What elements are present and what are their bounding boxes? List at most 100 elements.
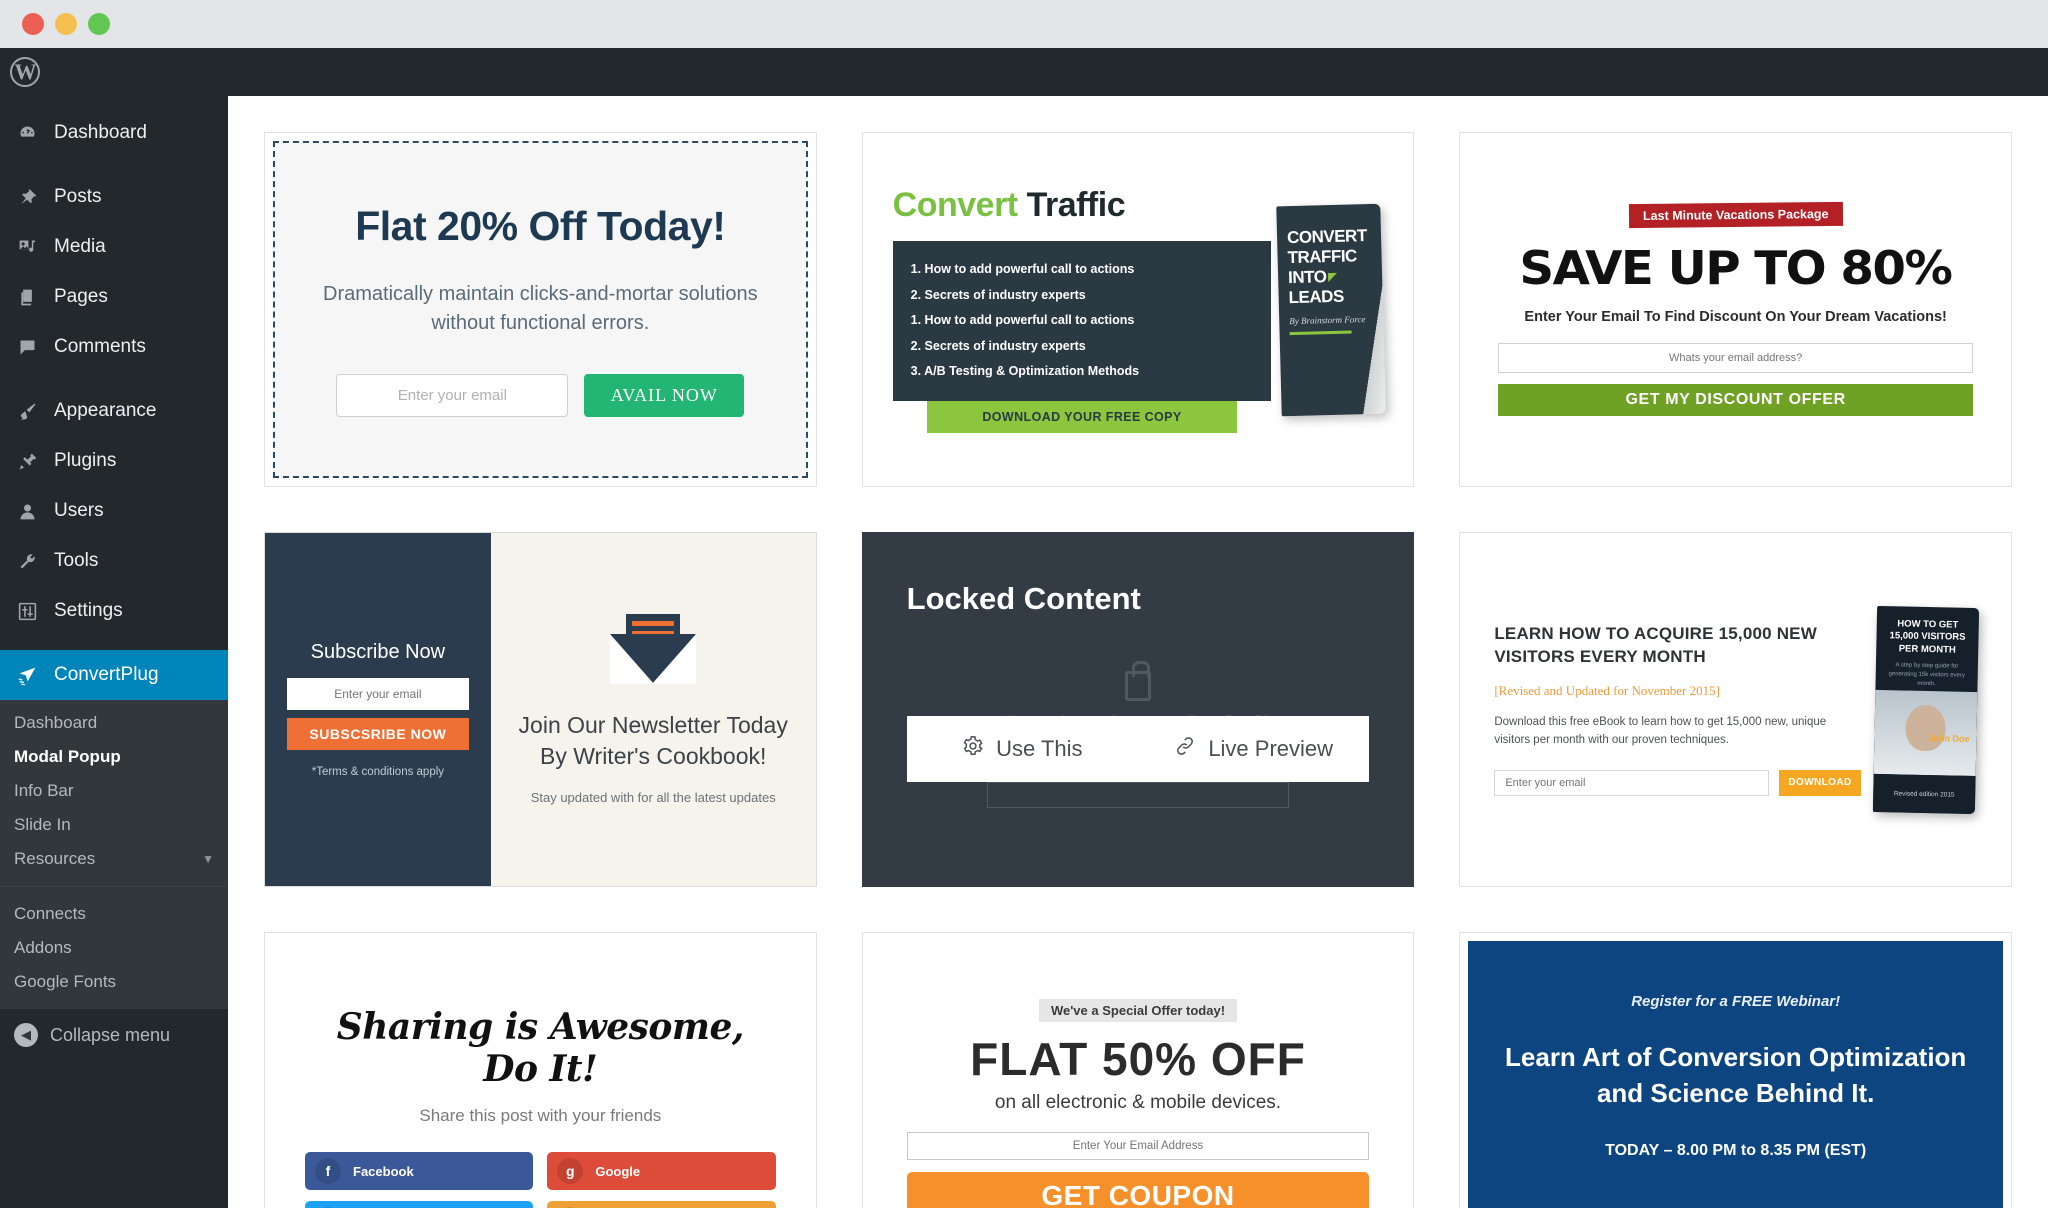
flat50-subtitle: on all electronic & mobile devices. bbox=[994, 1092, 1282, 1113]
submenu-item-addons[interactable]: Addons bbox=[0, 931, 228, 965]
card-hover-actions: Use This Live Preview bbox=[906, 715, 1370, 782]
sidebar-item-convertplug[interactable]: ConvertPlug bbox=[0, 650, 241, 700]
sidebar-item-pages[interactable]: Pages bbox=[0, 272, 228, 322]
style-card-flat50[interactable]: We've a Special Offer today! FLAT 50% OF… bbox=[861, 932, 1415, 1208]
submenu-item-modal-popup[interactable]: Modal Popup bbox=[0, 740, 228, 774]
book-line-4: LEADS bbox=[1288, 286, 1345, 307]
submenu-item-connects[interactable]: Connects bbox=[0, 897, 228, 931]
maximize-window-button[interactable] bbox=[88, 13, 110, 35]
use-this-label: Use This bbox=[996, 735, 1083, 761]
submenu-label: Slide In bbox=[14, 815, 71, 834]
sidebar-item-label: Media bbox=[54, 236, 106, 257]
share-button-facebook[interactable]: f Facebook bbox=[305, 1152, 534, 1190]
newsletter-headline: Join Our Newsletter Today By Writer's Co… bbox=[519, 710, 788, 772]
convert-traffic-list: 1. How to add powerful call to actions 2… bbox=[892, 240, 1272, 402]
subscribe-now-button[interactable]: SUBSCSRIBE NOW bbox=[287, 718, 469, 750]
get-discount-offer-button[interactable]: GET MY DISCOUNT OFFER bbox=[1498, 384, 1973, 416]
list-item: 2. Secrets of industry experts bbox=[910, 287, 1086, 302]
style-card-convert-traffic[interactable]: Convert Traffic 1. How to add powerful c… bbox=[861, 132, 1415, 487]
submenu-item-google-fonts[interactable]: Google Fonts bbox=[0, 965, 228, 999]
sharing-title: Sharing is Awesome, Do It! bbox=[336, 1006, 745, 1090]
ebook-cover-image: HOW TO GET 15,000 VISITORS PER MONTH A s… bbox=[1872, 605, 1980, 814]
ebook-cover-image: CONVERT TRAFFIC INTO LEADS By Brainstorm… bbox=[1276, 203, 1387, 416]
headline-line-1: Learn Art of Conversion Optimization bbox=[1505, 1042, 1967, 1072]
style-card-webinar[interactable]: Register for a FREE Webinar! Learn Art o… bbox=[1459, 932, 2012, 1208]
submenu-item-resources[interactable]: Resources ▼ bbox=[0, 842, 228, 876]
submenu-label: Resources bbox=[14, 849, 96, 868]
get-coupon-button[interactable]: GET COUPON bbox=[906, 1172, 1370, 1208]
convertplug-icon bbox=[14, 662, 40, 688]
submenu-label: Info Bar bbox=[14, 781, 74, 800]
sidebar-divider bbox=[0, 158, 228, 172]
card-preview: Sharing is Awesome, Do It! Share this po… bbox=[265, 933, 816, 1208]
convertplug-submenu-secondary: Connects Addons Google Fonts bbox=[0, 886, 228, 1009]
sidebar-item-comments[interactable]: Comments bbox=[0, 322, 228, 372]
collapse-menu-button[interactable]: ◀ Collapse menu bbox=[0, 1009, 228, 1061]
flat20-popup: Flat 20% Off Today! Dramatically maintai… bbox=[273, 141, 808, 478]
envelope-flap-right bbox=[652, 633, 697, 684]
convert-traffic-title: Convert Traffic bbox=[893, 186, 1272, 225]
newsletter-subtext: Stay updated with for all the latest upd… bbox=[530, 790, 776, 806]
visitors15k-popup: LEARN HOW TO ACQUIRE 15,000 NEW VISITORS… bbox=[1460, 605, 2011, 814]
wordpress-logo-icon[interactable]: W bbox=[10, 57, 40, 87]
save80-title: SAVE UP TO 80% bbox=[1519, 241, 1953, 295]
sidebar-item-appearance[interactable]: Appearance bbox=[0, 386, 228, 436]
submenu-item-dashboard[interactable]: Dashboard bbox=[0, 706, 228, 740]
webinar-time: TODAY – 8.00 PM to 8.35 PM (EST) bbox=[1605, 1141, 1867, 1159]
newsletter-message-panel: Join Our Newsletter Today By Writer's Co… bbox=[490, 533, 816, 886]
title-black: Traffic bbox=[1017, 185, 1126, 224]
sidebar-item-posts[interactable]: Posts bbox=[0, 172, 228, 222]
submenu-label: Google Fonts bbox=[14, 972, 117, 991]
email-field[interactable] bbox=[1498, 343, 1973, 373]
email-field[interactable] bbox=[287, 678, 469, 710]
style-card-flat20[interactable]: Flat 20% Off Today! Dramatically maintai… bbox=[264, 132, 817, 487]
list-item: 1. How to add powerful call to actions bbox=[910, 313, 1135, 328]
sidebar-item-settings[interactable]: Settings bbox=[0, 586, 228, 636]
style-card-15k-visitors[interactable]: LEARN HOW TO ACQUIRE 15,000 NEW VISITORS… bbox=[1459, 532, 2012, 887]
book-rule bbox=[1289, 330, 1352, 335]
style-card-locked-content[interactable]: Premium Content Locked! Enter Your Email… bbox=[861, 532, 1415, 887]
email-field[interactable] bbox=[1494, 769, 1769, 796]
sidebar-item-media[interactable]: Media bbox=[0, 222, 228, 272]
sidebar-item-tools[interactable]: Tools bbox=[0, 536, 228, 586]
save80-popup: Last Minute Vacations Package SAVE UP TO… bbox=[1460, 201, 2011, 416]
live-preview-button[interactable]: Live Preview bbox=[1138, 735, 1369, 763]
style-card-sharing[interactable]: Sharing is Awesome, Do It! Share this po… bbox=[264, 932, 817, 1208]
book-title: HOW TO GET 15,000 VISITORS PER MONTH bbox=[1889, 617, 1966, 655]
sidebar-item-plugins[interactable]: Plugins bbox=[0, 436, 228, 486]
headline-line-1: Join Our Newsletter Today bbox=[518, 711, 788, 738]
flat20-title: Flat 20% Off Today! bbox=[355, 202, 726, 249]
download-free-copy-button[interactable]: DOWNLOAD YOUR FREE COPY bbox=[926, 401, 1238, 434]
window-title-bar bbox=[0, 0, 2048, 48]
submenu-item-info-bar[interactable]: Info Bar bbox=[0, 774, 228, 808]
share-button-twitter[interactable]: t Twitter bbox=[305, 1201, 534, 1208]
sidebar-item-dashboard[interactable]: Dashboard bbox=[0, 108, 228, 158]
list-item: 2. Secrets of industry experts bbox=[910, 338, 1086, 353]
book-line-3: INTO bbox=[1288, 266, 1372, 288]
book-edition: Revised edition 2015 bbox=[1872, 773, 1976, 814]
sidebar-item-users[interactable]: Users bbox=[0, 486, 228, 536]
download-button[interactable]: DOWNLOAD bbox=[1779, 769, 1861, 796]
share-buttons: f Facebook g Google t Twitter bbox=[305, 1152, 776, 1208]
use-this-button[interactable]: Use This bbox=[907, 735, 1138, 763]
book-line-1: CONVERT bbox=[1287, 225, 1368, 247]
chevron-down-icon: ▼ bbox=[202, 852, 214, 866]
email-field[interactable] bbox=[906, 1132, 1370, 1160]
main-content: Flat 20% Off Today! Dramatically maintai… bbox=[228, 96, 2048, 1208]
dashboard-icon bbox=[14, 120, 40, 146]
avail-now-button[interactable]: AVAIL NOW bbox=[584, 373, 745, 417]
style-card-save80[interactable]: Last Minute Vacations Package SAVE UP TO… bbox=[1459, 132, 2012, 487]
submenu-item-slide-in[interactable]: Slide In bbox=[0, 808, 228, 842]
subscribe-now-title: Subscribe Now bbox=[310, 641, 446, 663]
sliders-icon bbox=[14, 598, 40, 624]
style-card-newsletter[interactable]: Subscribe Now SUBSCSRIBE NOW *Terms & co… bbox=[264, 532, 817, 887]
submenu-label: Modal Popup bbox=[14, 747, 121, 766]
modal-style-grid: Flat 20% Off Today! Dramatically maintai… bbox=[228, 96, 2048, 1208]
close-window-button[interactable] bbox=[22, 13, 44, 35]
sidebar-divider bbox=[0, 372, 228, 386]
email-field[interactable] bbox=[336, 373, 569, 417]
share-button-blogger[interactable]: B Blogger bbox=[547, 1201, 776, 1208]
webinar-register-text: Register for a FREE Webinar! bbox=[1631, 993, 1841, 1010]
share-button-google[interactable]: g Google bbox=[547, 1152, 776, 1190]
minimize-window-button[interactable] bbox=[55, 13, 77, 35]
